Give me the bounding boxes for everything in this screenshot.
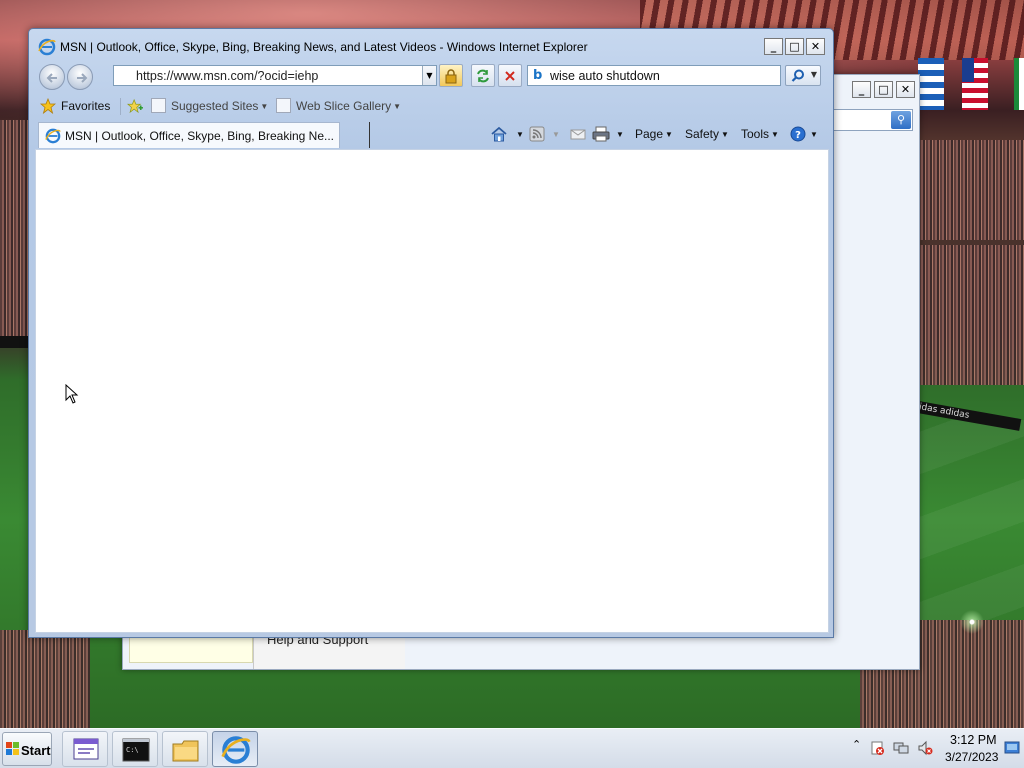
chevron-down-icon: ▼ bbox=[771, 130, 779, 139]
back-button[interactable] bbox=[39, 64, 65, 90]
page-menu[interactable]: Page ▼ bbox=[635, 127, 673, 141]
background-maximize-button[interactable]: □ bbox=[874, 81, 893, 98]
suggested-sites-label: Suggested Sites bbox=[171, 99, 259, 113]
page-menu-label: Page bbox=[635, 127, 664, 141]
suggested-sites-icon bbox=[151, 98, 166, 113]
windows-logo-icon bbox=[6, 742, 19, 755]
help-icon[interactable]: ? bbox=[790, 126, 806, 142]
home-dropdown-icon[interactable]: ▼ bbox=[514, 127, 524, 141]
internet-explorer-icon bbox=[38, 38, 56, 56]
internet-explorer-icon bbox=[45, 128, 61, 144]
tab-msn[interactable]: MSN | Outlook, Office, Skype, Bing, Brea… bbox=[38, 122, 340, 148]
maximize-button[interactable]: □ bbox=[785, 38, 804, 55]
action-center-warning-icon[interactable] bbox=[869, 740, 885, 756]
folder-icon bbox=[172, 740, 199, 762]
search-box[interactable]: b wise auto shutdown bbox=[527, 65, 781, 86]
sparkle-icon bbox=[958, 608, 986, 636]
internet-explorer-window[interactable]: MSN | Outlook, Office, Skype, Bing, Brea… bbox=[28, 28, 834, 638]
wallpaper-adboard bbox=[0, 336, 30, 348]
network-icon[interactable] bbox=[893, 740, 909, 756]
taskbar-item-command-prompt[interactable]: C:\ bbox=[112, 731, 158, 767]
flag-italy-icon bbox=[1014, 58, 1024, 110]
web-slice-gallery-label: Web Slice Gallery bbox=[296, 99, 392, 113]
start-button[interactable]: Start bbox=[2, 732, 52, 766]
feeds-icon[interactable] bbox=[529, 126, 545, 142]
show-hidden-icons-chevron-icon[interactable]: ⌃ bbox=[852, 738, 861, 751]
address-dropdown-icon[interactable]: ▼ bbox=[422, 66, 436, 85]
clock-date[interactable]: 3/27/2023 bbox=[945, 750, 998, 764]
search-options-dropdown-icon[interactable]: ▼ bbox=[811, 70, 817, 79]
help-dropdown-icon[interactable]: ▼ bbox=[808, 127, 818, 141]
wallpaper-crowd bbox=[0, 630, 90, 728]
back-arrow-icon bbox=[46, 73, 57, 83]
search-icon bbox=[791, 69, 804, 82]
background-minimize-button[interactable]: _ bbox=[852, 81, 871, 98]
caption-buttons: _ □ ✕ bbox=[764, 38, 825, 55]
favorites-bar: Favorites Suggested Sites ▼ Web Slice Gal… bbox=[30, 93, 832, 119]
print-dropdown-icon[interactable]: ▼ bbox=[614, 127, 624, 141]
bing-logo-icon: b bbox=[533, 68, 543, 83]
address-bar[interactable]: https://www.msn.com/?ocid=iehp ▼ bbox=[113, 65, 437, 86]
print-icon[interactable] bbox=[592, 126, 610, 142]
taskbar: Start C:\ ⌃ 3:12 PM 3/27/2023 bbox=[0, 728, 1024, 768]
search-button[interactable]: ▼ bbox=[785, 65, 821, 86]
stop-button[interactable] bbox=[498, 64, 522, 87]
window-title: MSN | Outlook, Office, Skype, Bing, Brea… bbox=[60, 40, 588, 54]
background-window-caption-buttons: _ □ ✕ bbox=[852, 81, 915, 98]
new-tab-button[interactable] bbox=[340, 122, 370, 148]
forward-arrow-icon bbox=[77, 73, 88, 83]
read-mail-icon[interactable] bbox=[570, 126, 586, 142]
flag-usa-icon bbox=[962, 58, 988, 110]
title-bar[interactable]: MSN | Outlook, Office, Skype, Bing, Brea… bbox=[29, 29, 833, 59]
minimize-button[interactable]: _ bbox=[764, 38, 783, 55]
lock-icon bbox=[445, 69, 457, 84]
tools-menu-label: Tools bbox=[741, 127, 770, 141]
web-slice-gallery-link[interactable]: Web Slice Gallery ▼ bbox=[296, 99, 401, 113]
taskbar-item-file-explorer[interactable] bbox=[162, 731, 208, 767]
security-lock-button[interactable] bbox=[439, 64, 463, 87]
mouse-cursor-icon bbox=[65, 384, 79, 404]
chevron-down-icon: ▼ bbox=[393, 102, 402, 111]
address-input[interactable]: https://www.msn.com/?ocid=iehp bbox=[136, 69, 318, 83]
tab-row: MSN | Outlook, Office, Skype, Bing, Brea… bbox=[30, 121, 832, 149]
taskbar-item-window-manager[interactable] bbox=[62, 731, 108, 767]
stop-x-icon bbox=[505, 71, 515, 81]
application-window-icon bbox=[73, 738, 99, 760]
show-desktop-icon[interactable] bbox=[1004, 740, 1020, 756]
suggested-sites-link[interactable]: Suggested Sites ▼ bbox=[171, 99, 268, 113]
close-button[interactable]: ✕ bbox=[806, 38, 825, 55]
volume-muted-icon[interactable] bbox=[917, 740, 933, 756]
tools-menu[interactable]: Tools ▼ bbox=[741, 127, 779, 141]
taskbar-item-internet-explorer[interactable] bbox=[212, 731, 258, 767]
forward-button[interactable] bbox=[67, 64, 93, 90]
start-label: Start bbox=[21, 743, 51, 758]
search-input[interactable]: wise auto shutdown bbox=[550, 69, 660, 83]
divider bbox=[120, 98, 121, 115]
clock-time[interactable]: 3:12 PM bbox=[950, 733, 997, 747]
internet-explorer-icon bbox=[221, 736, 251, 764]
chevron-down-icon: ▼ bbox=[260, 102, 269, 111]
flag-greece-icon bbox=[918, 58, 944, 110]
svg-text:?: ? bbox=[795, 130, 801, 141]
command-prompt-icon: C:\ bbox=[122, 738, 150, 762]
web-slice-gallery-icon bbox=[276, 98, 291, 113]
safety-menu[interactable]: Safety ▼ bbox=[685, 127, 729, 141]
feeds-dropdown-icon[interactable]: ▼ bbox=[550, 127, 560, 141]
favorites-button[interactable]: Favorites bbox=[61, 99, 110, 113]
home-icon[interactable] bbox=[490, 126, 508, 142]
favorites-star-icon bbox=[40, 98, 56, 114]
chevron-down-icon: ▼ bbox=[721, 130, 729, 139]
add-to-favorites-icon[interactable] bbox=[127, 98, 143, 114]
background-close-button[interactable]: ✕ bbox=[896, 81, 915, 98]
refresh-button[interactable] bbox=[471, 64, 495, 87]
system-tray: ⌃ 3:12 PM 3/27/2023 bbox=[843, 729, 1024, 768]
background-search-icon[interactable]: ⚲ bbox=[891, 111, 911, 129]
safety-menu-label: Safety bbox=[685, 127, 720, 141]
svg-text:C:\: C:\ bbox=[126, 746, 139, 754]
page-content-area[interactable] bbox=[35, 149, 829, 633]
refresh-icon bbox=[477, 69, 489, 83]
tab-title: MSN | Outlook, Office, Skype, Bing, Brea… bbox=[65, 129, 335, 143]
chevron-down-icon: ▼ bbox=[665, 130, 673, 139]
